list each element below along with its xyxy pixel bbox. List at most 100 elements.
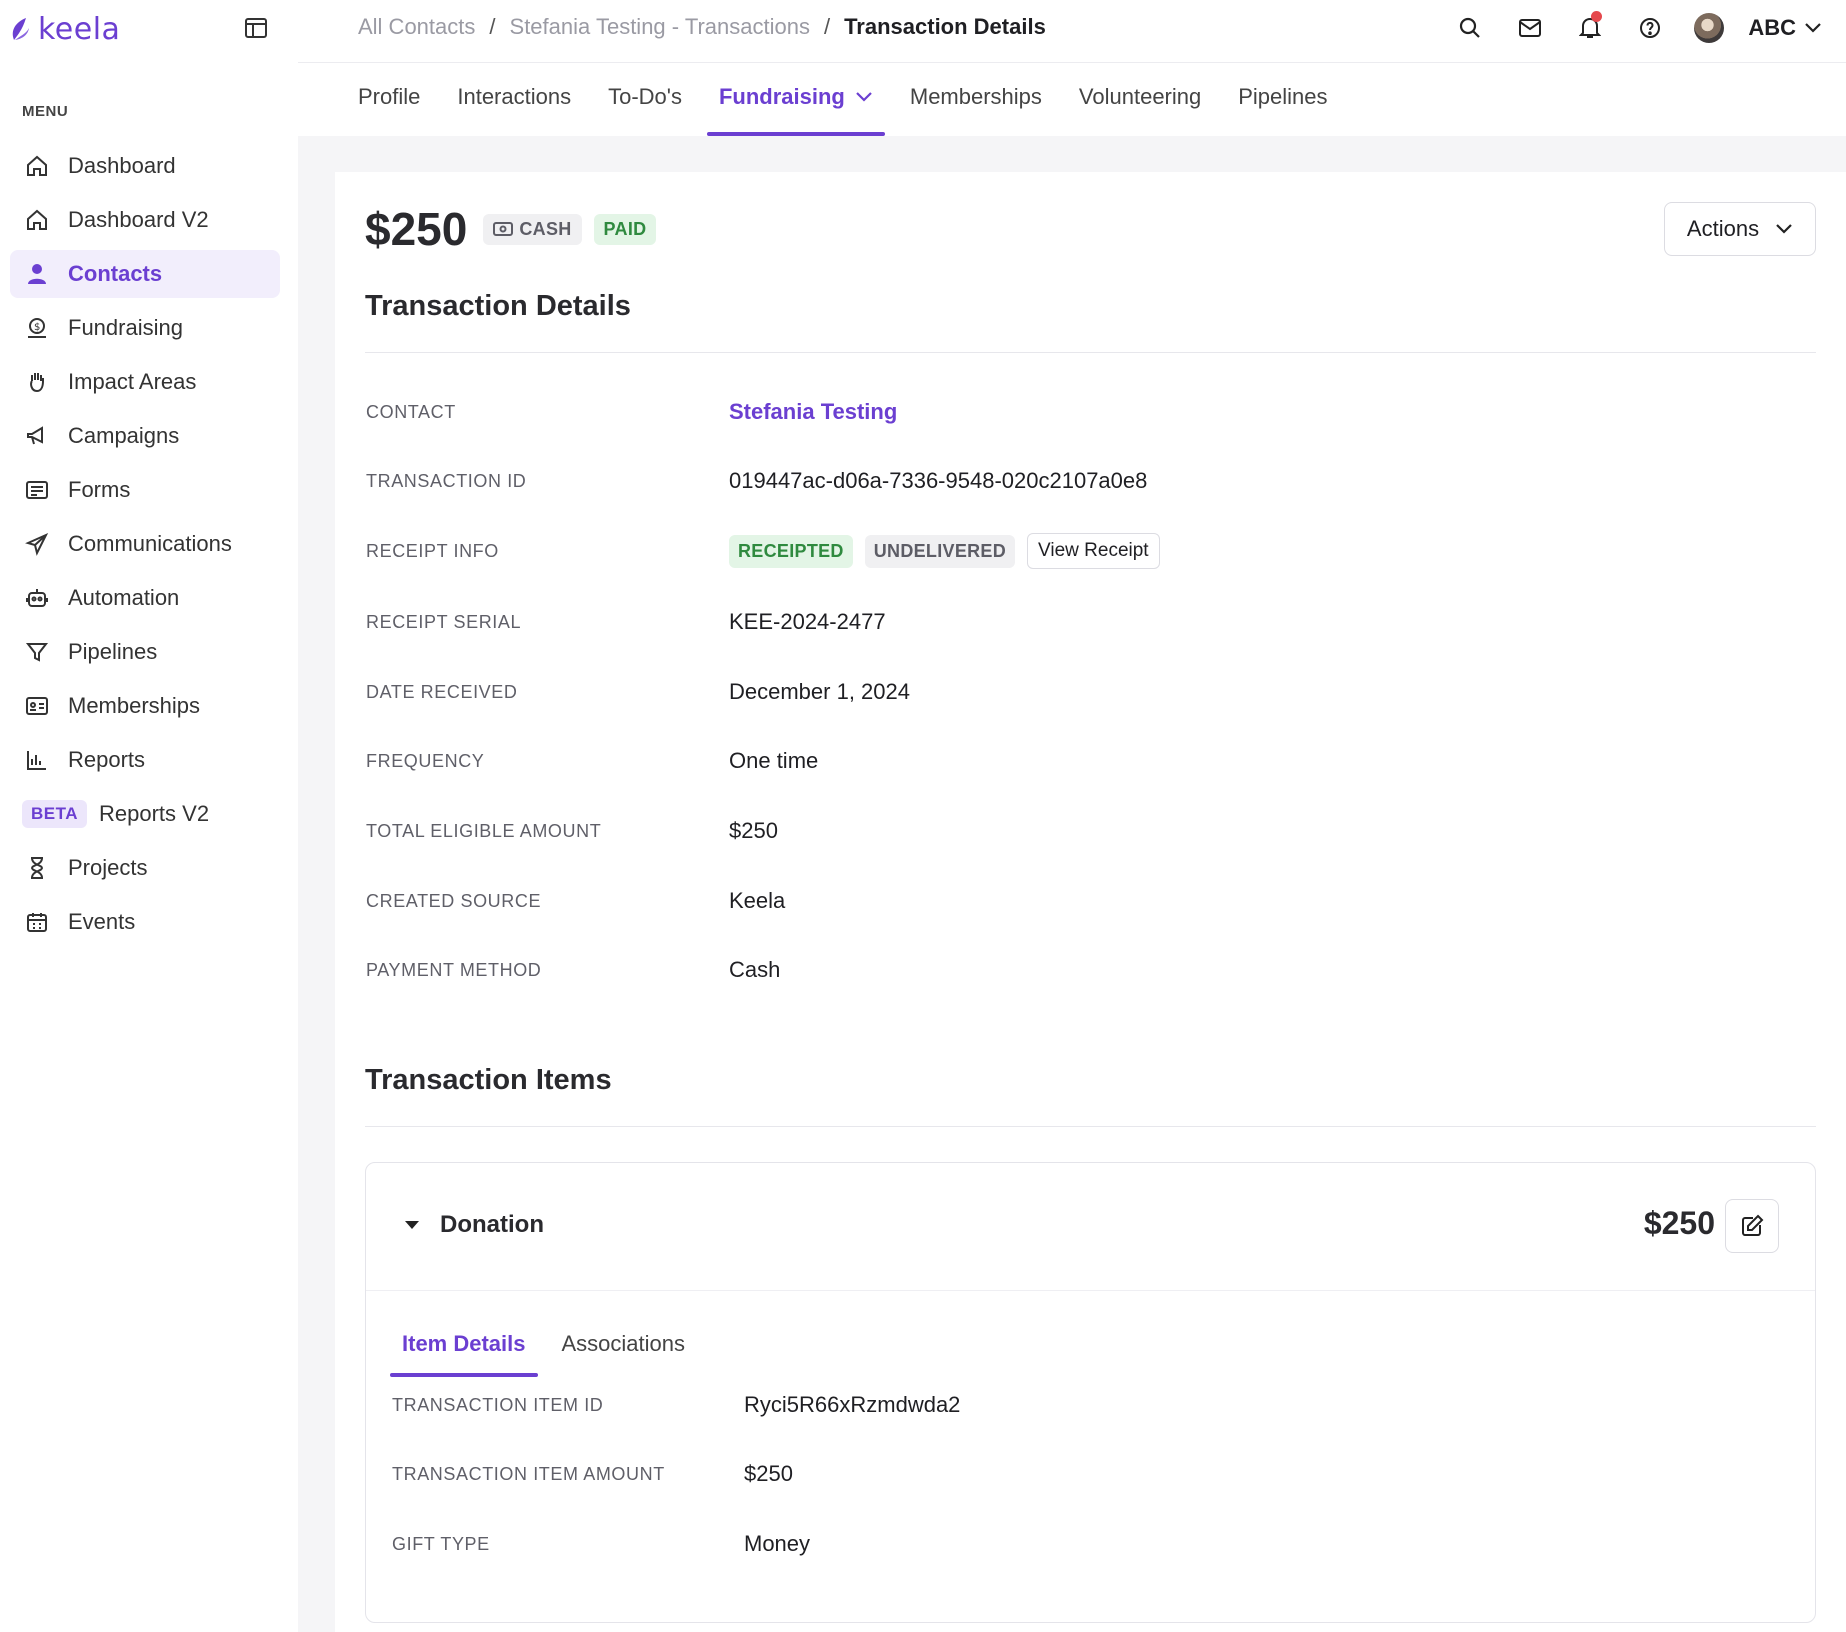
sidebar-item-label: Forms: [68, 477, 131, 502]
item-row-gift-type: GIFT TYPE Money: [392, 1524, 810, 1564]
sidebar-item-label: Dashboard: [68, 153, 176, 178]
svg-text:$: $: [34, 322, 40, 333]
breadcrumb-separator: /: [823, 14, 831, 39]
detail-label: TRANSACTION ITEM ID: [392, 1394, 604, 1415]
detail-label: FREQUENCY: [366, 750, 485, 771]
tab-associations[interactable]: Associations: [550, 1311, 698, 1377]
sidebar-item-forms[interactable]: Forms: [10, 466, 280, 514]
transaction-amount: $250: [365, 203, 468, 255]
tab-pipelines[interactable]: Pipelines: [1226, 63, 1339, 136]
menu-label: MENU: [22, 103, 69, 120]
divider: [365, 352, 1816, 353]
sidebar-item-dashboard-v2[interactable]: Dashboard V2: [10, 196, 280, 244]
tab-label: Memberships: [909, 83, 1042, 109]
sidebar-item-events[interactable]: Events: [10, 898, 280, 946]
sidebar-item-pipelines[interactable]: Pipelines: [10, 628, 280, 676]
tab-fundraising[interactable]: Fundraising: [706, 63, 885, 136]
breadcrumb: All Contacts / Stefania Testing - Transa…: [358, 14, 1046, 40]
help-button[interactable]: [1620, 0, 1680, 56]
sidebar-item-automation[interactable]: Automation: [10, 574, 280, 622]
gift-type-value: Money: [744, 1531, 811, 1556]
total-eligible-value: $250: [729, 818, 778, 843]
search-icon: [1460, 17, 1481, 38]
megaphone-icon: [24, 423, 50, 449]
item-row-amount: TRANSACTION ITEM AMOUNT $250: [392, 1454, 793, 1494]
tab-profile[interactable]: Profile: [346, 63, 432, 136]
tab-interactions[interactable]: Interactions: [445, 63, 583, 136]
breadcrumb-separator: /: [489, 14, 496, 39]
breadcrumb-transactions[interactable]: Stefania Testing - Transactions: [510, 14, 810, 40]
sidebar-item-label: Contacts: [68, 261, 163, 286]
detail-row-transaction-id: TRANSACTION ID 019447ac-d06a-7336-9548-0…: [366, 461, 1147, 501]
tab-volunteering[interactable]: Volunteering: [1067, 63, 1213, 136]
sidebar-item-label: Fundraising: [68, 315, 183, 340]
bar-chart-icon: [24, 747, 50, 773]
created-source-value: Keela: [729, 888, 786, 913]
transaction-card: $250 CASH PAID Actions Transaction Detai…: [335, 172, 1846, 1632]
transaction-summary: $250 CASH PAID: [365, 202, 668, 256]
sidebar-item-label: Impact Areas: [68, 369, 197, 394]
tab-label: Pipelines: [1238, 83, 1328, 109]
sidebar-item-label: Automation: [68, 585, 180, 610]
breadcrumb-all-contacts[interactable]: All Contacts: [358, 14, 475, 40]
item-collapse-toggle[interactable]: Donation: [404, 1211, 544, 1239]
view-receipt-button[interactable]: View Receipt: [1027, 533, 1160, 569]
sidebar-item-label: Memberships: [68, 693, 201, 718]
item-row-id: TRANSACTION ITEM ID Ryci5R66xRzmdwda2: [392, 1385, 960, 1425]
transaction-id-value: 019447ac-d06a-7336-9548-020c2107a0e8: [729, 468, 1148, 493]
item-name: Donation: [440, 1211, 544, 1238]
detail-label: RECEIPT INFO: [366, 540, 499, 561]
sidebar-item-dashboard[interactable]: Dashboard: [10, 142, 280, 190]
sidebar-item-label: Communications: [68, 531, 232, 556]
item-amount-value: $250: [744, 1461, 793, 1486]
detail-row-receipt-serial: RECEIPT SERIAL KEE-2024-2477: [366, 602, 886, 642]
chevron-down-icon: [1805, 23, 1821, 33]
sidebar-item-fundraising[interactable]: $ Fundraising: [10, 304, 280, 352]
notifications-button[interactable]: [1560, 0, 1620, 56]
actions-dropdown-button[interactable]: Actions: [1664, 202, 1816, 256]
sidebar-item-projects[interactable]: Projects: [10, 844, 280, 892]
tab-todos[interactable]: To-Do's: [596, 63, 694, 136]
logo-text: keela: [38, 11, 121, 47]
detail-row-total-eligible: TOTAL ELIGIBLE AMOUNT $250: [366, 811, 778, 851]
sidebar-item-label: Pipelines: [68, 639, 158, 664]
detail-label: TOTAL ELIGIBLE AMOUNT: [366, 820, 602, 841]
tab-memberships[interactable]: Memberships: [898, 63, 1054, 136]
receipt-serial-value: KEE-2024-2477: [729, 609, 886, 634]
home-icon: [24, 153, 50, 179]
sidebar-item-label: Reports: [68, 747, 146, 772]
item-id-value: Ryci5R66xRzmdwda2: [744, 1392, 961, 1417]
mail-button[interactable]: [1500, 0, 1560, 56]
detail-label: TRANSACTION ID: [366, 470, 527, 491]
tab-label: Fundraising: [718, 83, 845, 109]
home-icon: [24, 207, 50, 233]
search-button[interactable]: [1440, 0, 1500, 56]
tab-label: Associations: [561, 1331, 686, 1356]
receipted-badge: RECEIPTED: [729, 534, 853, 568]
item-tabs: Item Details Associations: [390, 1311, 709, 1377]
user-name: ABC: [1748, 15, 1796, 40]
detail-row-created-source: CREATED SOURCE Keela: [366, 881, 785, 921]
contact-link[interactable]: Stefania Testing: [729, 399, 897, 425]
sidebar-item-reports[interactable]: Reports: [10, 736, 280, 784]
avatar: [1694, 13, 1725, 43]
detail-label: CONTACT: [366, 401, 456, 422]
tab-label: Profile: [358, 83, 421, 109]
edit-item-button[interactable]: [1725, 1199, 1779, 1253]
sidebar-item-memberships[interactable]: Memberships: [10, 682, 280, 730]
sidebar-toggle-button[interactable]: [243, 15, 269, 41]
sidebar-item-impact-areas[interactable]: Impact Areas: [10, 358, 280, 406]
sidebar-item-communications[interactable]: Communications: [10, 520, 280, 568]
edit-icon: [1742, 1214, 1764, 1236]
layout-icon: [245, 18, 267, 38]
sidebar-item-contacts[interactable]: Contacts: [10, 250, 280, 298]
user-menu[interactable]: ABC: [1680, 13, 1846, 43]
keela-logo[interactable]: keela: [10, 10, 120, 48]
sidebar-item-reports-v2[interactable]: BETA Reports V2: [10, 790, 280, 838]
filter-icon: [24, 639, 50, 665]
sidebar-item-campaigns[interactable]: Campaigns: [10, 412, 280, 460]
beta-badge: BETA: [22, 800, 88, 828]
tab-item-details[interactable]: Item Details: [390, 1311, 538, 1377]
fundraising-icon: $: [24, 315, 50, 341]
transaction-items-title: Transaction Items: [365, 1064, 612, 1096]
